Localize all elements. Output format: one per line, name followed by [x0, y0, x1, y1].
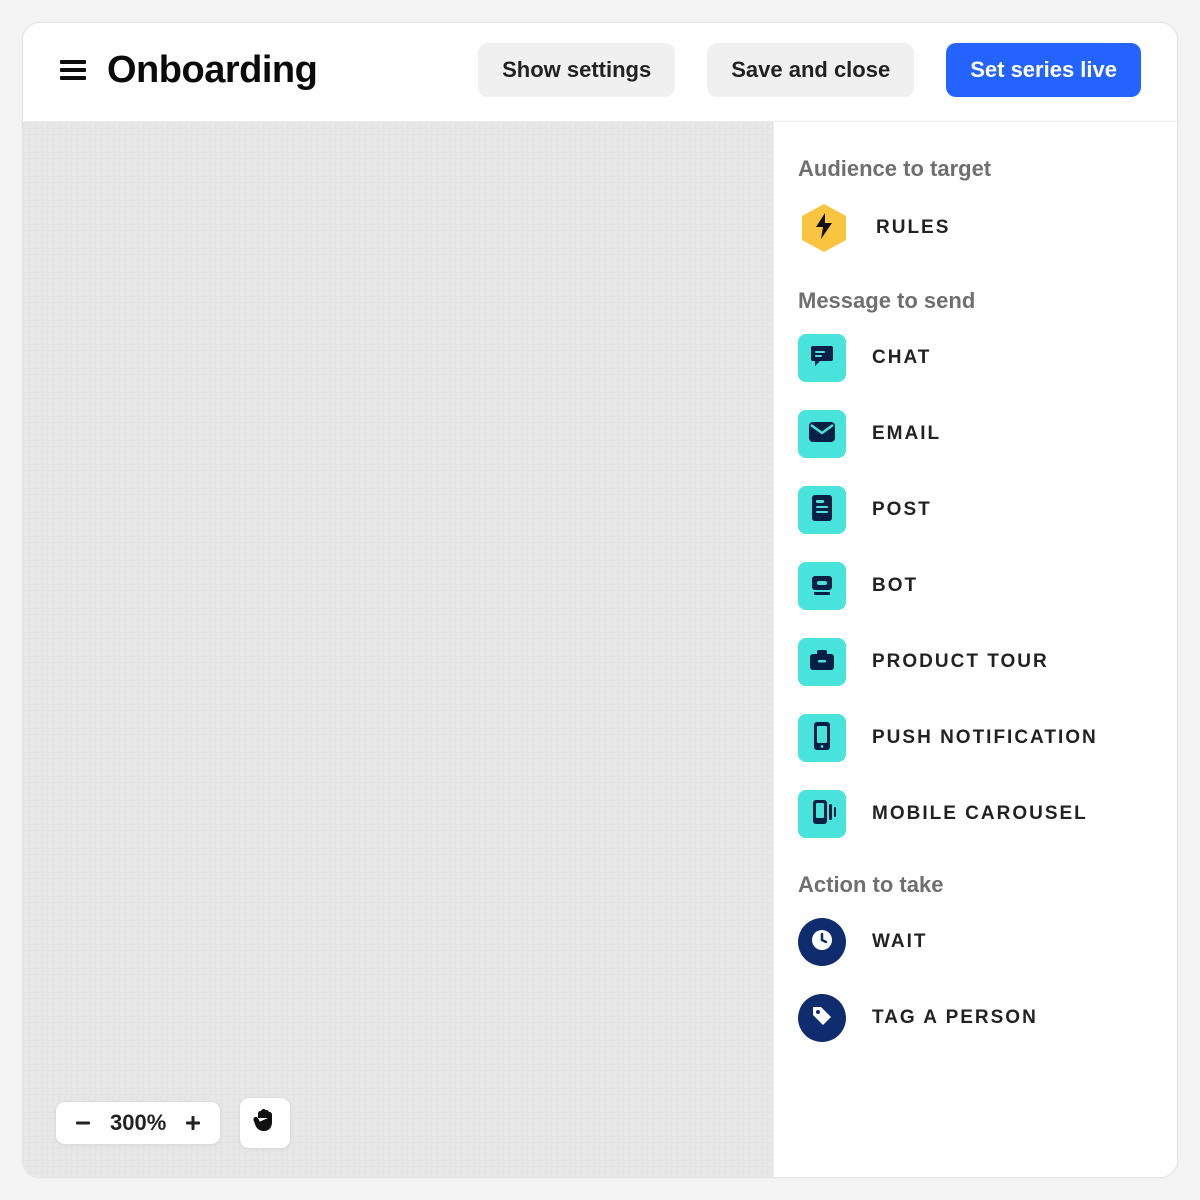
mobile-icon — [812, 721, 832, 756]
rules-icon-tile — [798, 202, 850, 254]
palette-item-post[interactable]: POST — [798, 486, 1153, 534]
push-icon-tile — [798, 714, 846, 762]
set-series-live-button[interactable]: Set series live — [946, 43, 1141, 97]
save-close-button[interactable]: Save and close — [707, 43, 914, 97]
bot-icon-tile — [798, 562, 846, 610]
palette-item-label: CHAT — [872, 347, 931, 369]
section-audience: Audience to target RULES — [798, 156, 1153, 254]
email-icon-tile — [798, 410, 846, 458]
email-icon — [808, 421, 836, 448]
clock-icon — [809, 927, 835, 958]
zoom-control: 300% — [55, 1101, 221, 1145]
palette-item-label: BOT — [872, 575, 918, 597]
section-title-message: Message to send — [798, 288, 1153, 314]
palette-item-label: MOBILE CAROUSEL — [872, 803, 1088, 825]
zoom-level: 300% — [110, 1110, 166, 1136]
palette-item-mobile-carousel[interactable]: MOBILE CAROUSEL — [798, 790, 1153, 838]
section-title-audience: Audience to target — [798, 156, 1153, 182]
palette-item-product-tour[interactable]: PRODUCT TOUR — [798, 638, 1153, 686]
body: 300% Audience to target — [23, 122, 1177, 1177]
app-window: Onboarding Show settings Save and close … — [22, 22, 1178, 1178]
palette-item-label: PUSH NOTIFICATION — [872, 727, 1098, 749]
wait-icon-tile — [798, 918, 846, 966]
palette-item-label: WAIT — [872, 931, 928, 953]
header-bar: Onboarding Show settings Save and close … — [23, 23, 1177, 122]
palette-item-wait[interactable]: WAIT — [798, 918, 1153, 966]
tag-icon-tile — [798, 994, 846, 1042]
palette-item-label: POST — [872, 499, 932, 521]
page-title: Onboarding — [107, 49, 317, 92]
menu-icon[interactable] — [59, 56, 87, 84]
product-tour-icon-tile — [798, 638, 846, 686]
hand-icon — [253, 1108, 277, 1139]
chat-icon — [809, 343, 835, 374]
post-icon — [811, 494, 833, 527]
palette-item-label: TAG A PERSON — [872, 1007, 1038, 1029]
carousel-icon-tile — [798, 790, 846, 838]
section-title-action: Action to take — [798, 872, 1153, 898]
palette-item-label: EMAIL — [872, 423, 941, 445]
bot-icon — [809, 571, 835, 602]
section-action: Action to take WAIT TAG A — [798, 872, 1153, 1042]
palette-item-push-notification[interactable]: PUSH NOTIFICATION — [798, 714, 1153, 762]
carousel-icon — [807, 798, 837, 831]
palette-item-label: RULES — [876, 217, 950, 239]
lightning-icon — [814, 213, 834, 244]
chat-icon-tile — [798, 334, 846, 382]
zoom-in-button[interactable] — [180, 1110, 206, 1136]
palette-item-bot[interactable]: BOT — [798, 562, 1153, 610]
canvas-controls: 300% — [55, 1097, 291, 1149]
tag-icon — [810, 1004, 834, 1033]
palette-item-tag-person[interactable]: TAG A PERSON — [798, 994, 1153, 1042]
palette-item-rules[interactable]: RULES — [798, 202, 1153, 254]
workflow-canvas[interactable]: 300% — [23, 122, 773, 1177]
briefcase-icon — [808, 648, 836, 677]
show-settings-button[interactable]: Show settings — [478, 43, 675, 97]
palette-item-label: PRODUCT TOUR — [872, 651, 1049, 673]
palette-item-chat[interactable]: CHAT — [798, 334, 1153, 382]
palette-item-email[interactable]: EMAIL — [798, 410, 1153, 458]
section-message: Message to send CHAT EMAI — [798, 288, 1153, 838]
zoom-out-button[interactable] — [70, 1110, 96, 1136]
palette-sidebar: Audience to target RULES Message to send — [773, 122, 1177, 1177]
pan-tool-button[interactable] — [239, 1097, 291, 1149]
post-icon-tile — [798, 486, 846, 534]
